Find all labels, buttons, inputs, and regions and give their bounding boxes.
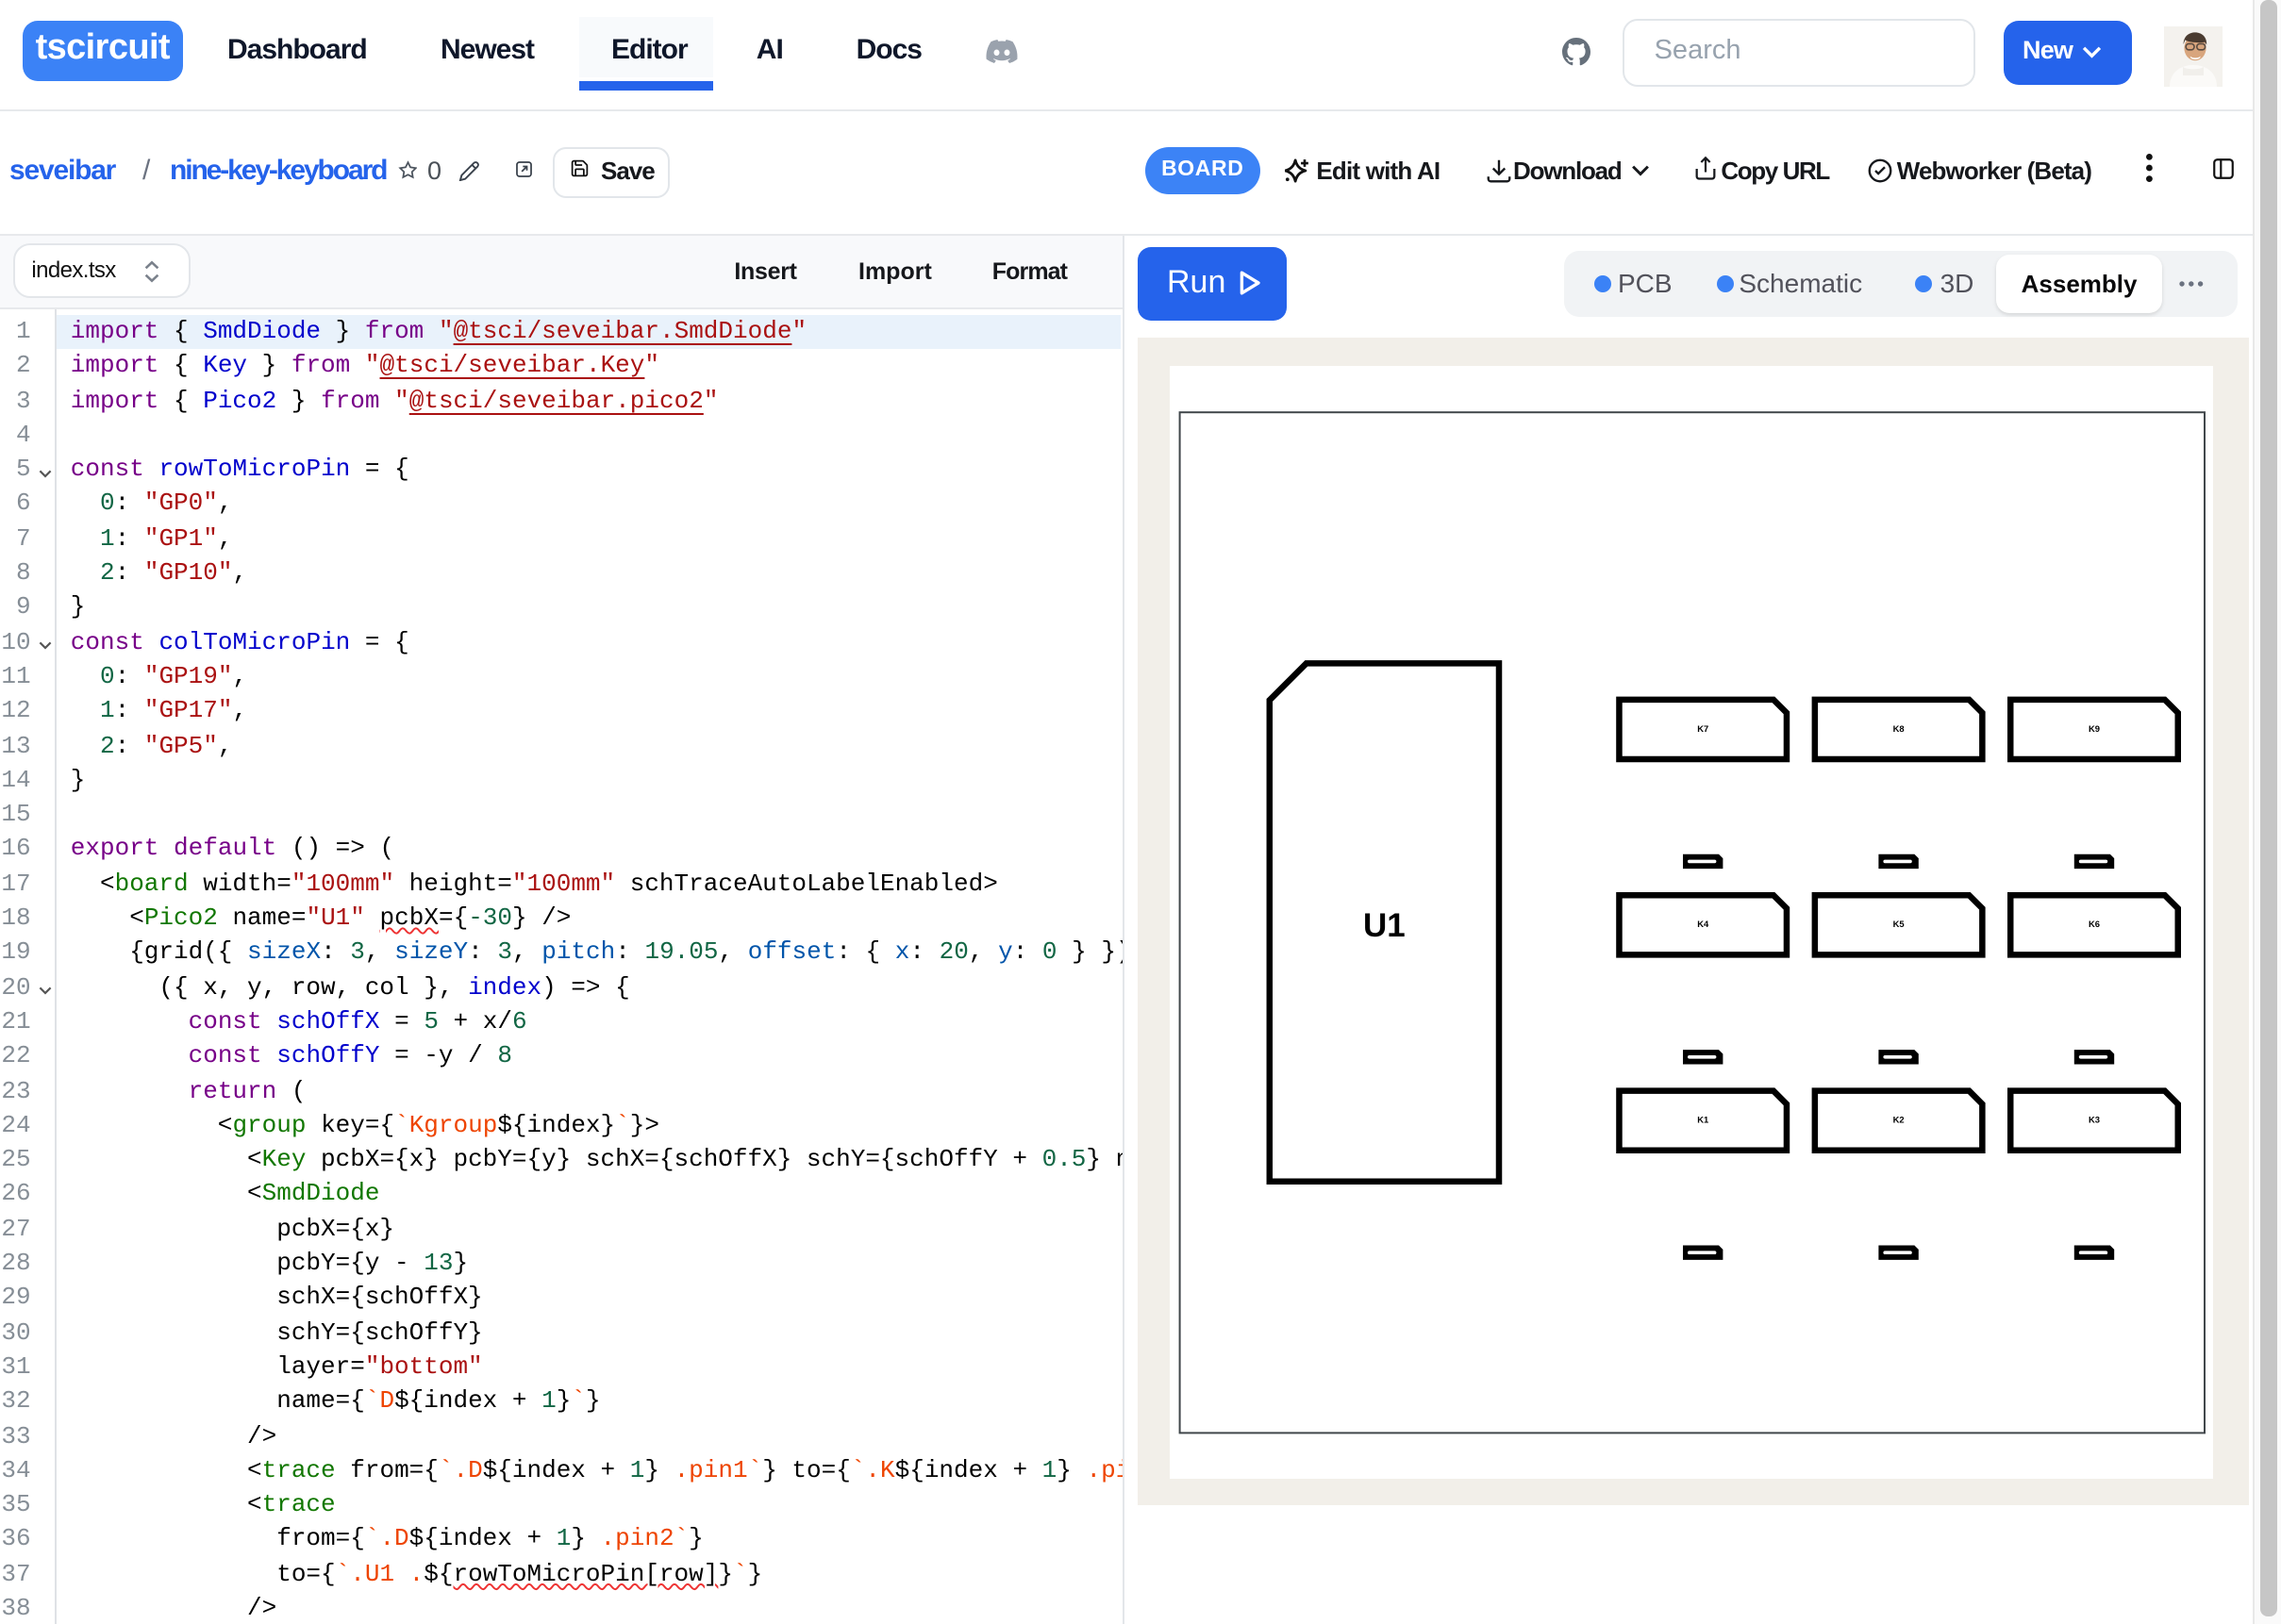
svg-text:K1: K1 xyxy=(1697,1114,1708,1124)
svg-text:K2: K2 xyxy=(1892,1114,1904,1124)
svg-text:K8: K8 xyxy=(1892,722,1904,733)
svg-text:U1: U1 xyxy=(1362,906,1405,943)
svg-text:K7: K7 xyxy=(1697,722,1708,733)
svg-text:K5: K5 xyxy=(1892,918,1904,928)
svg-text:K9: K9 xyxy=(2088,722,2099,733)
svg-text:K4: K4 xyxy=(1697,918,1709,928)
svg-text:K3: K3 xyxy=(2088,1114,2099,1124)
svg-text:K6: K6 xyxy=(2088,918,2099,928)
